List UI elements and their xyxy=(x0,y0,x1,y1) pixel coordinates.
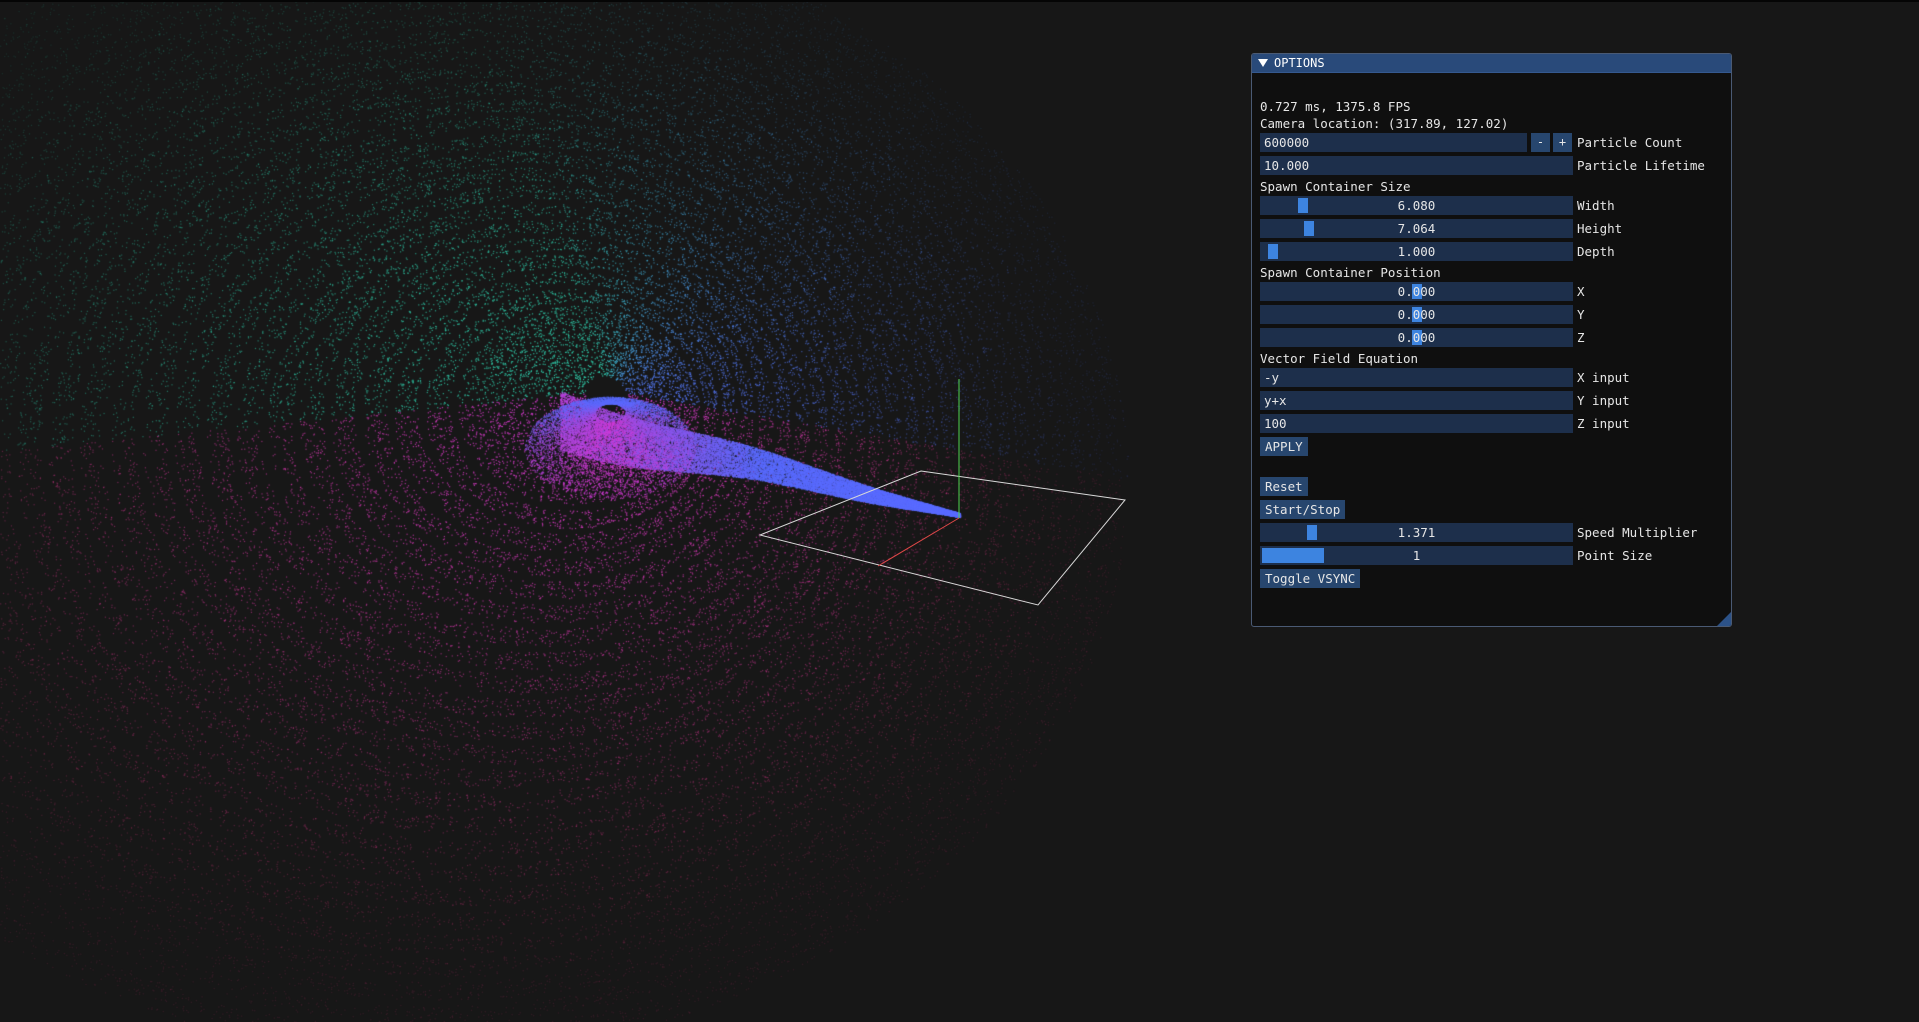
position-x-value: 0.000 xyxy=(1397,284,1436,299)
speed-row: 1.371 Speed Multiplier xyxy=(1260,523,1720,542)
camera-location: Camera location: (317.89, 127.02) xyxy=(1260,116,1509,131)
options-window[interactable]: OPTIONS 0.727 ms, 1375.8 FPS Camera loca… xyxy=(1251,53,1732,627)
speed-slider-grab[interactable] xyxy=(1307,525,1317,540)
particle-lifetime-label: Particle Lifetime xyxy=(1577,158,1705,173)
particle-count-increment-button[interactable]: + xyxy=(1553,133,1572,152)
z-input-row: 100 Z input xyxy=(1260,414,1720,433)
height-value: 7.064 xyxy=(1397,221,1436,236)
depth-slider-grab[interactable] xyxy=(1268,244,1278,259)
width-slider-grab[interactable] xyxy=(1298,198,1308,213)
position-x-label: X xyxy=(1577,284,1585,299)
spawn-size-header: Spawn Container Size xyxy=(1260,179,1411,194)
position-x-row: 0.000 X xyxy=(1260,282,1720,301)
particle-count-decrement-button[interactable]: - xyxy=(1531,133,1550,152)
width-slider[interactable]: 6.080 xyxy=(1260,196,1573,215)
position-z-label: Z xyxy=(1577,330,1585,345)
resize-grip-icon[interactable] xyxy=(1717,612,1731,626)
height-slider-grab[interactable] xyxy=(1304,221,1314,236)
x-input-label: X input xyxy=(1577,370,1630,385)
depth-label: Depth xyxy=(1577,244,1615,259)
position-z-value: 0.000 xyxy=(1397,330,1436,345)
window-title: OPTIONS xyxy=(1274,56,1325,70)
point-size-row: 1 Point Size xyxy=(1260,546,1720,565)
collapse-arrow-icon[interactable] xyxy=(1258,59,1268,67)
point-size-slider[interactable]: 1 xyxy=(1260,546,1573,565)
apply-button[interactable]: APPLY xyxy=(1260,437,1308,456)
particle-lifetime-input[interactable]: 10.000 xyxy=(1260,156,1573,175)
z-input-label: Z input xyxy=(1577,416,1630,431)
width-label: Width xyxy=(1577,198,1615,213)
z-equation-input[interactable]: 100 xyxy=(1260,414,1573,433)
axis-x-line xyxy=(877,517,960,567)
particle-count-input[interactable]: 600000 xyxy=(1260,133,1527,152)
particle-lifetime-row: 10.000 Particle Lifetime xyxy=(1260,156,1720,175)
options-titlebar[interactable]: OPTIONS xyxy=(1252,54,1731,73)
point-size-slider-fill[interactable] xyxy=(1262,548,1324,563)
x-input-row: -y X input xyxy=(1260,368,1720,387)
y-input-row: y+x Y input xyxy=(1260,391,1720,410)
position-x-slider[interactable]: 0.000 xyxy=(1260,282,1573,301)
height-row: 7.064 Height xyxy=(1260,219,1720,238)
particle-count-label: Particle Count xyxy=(1577,135,1683,150)
y-input-label: Y input xyxy=(1577,393,1630,408)
height-slider[interactable]: 7.064 xyxy=(1260,219,1573,238)
position-y-label: Y xyxy=(1577,307,1585,322)
depth-slider[interactable]: 1.000 xyxy=(1260,242,1573,261)
depth-row: 1.000 Depth xyxy=(1260,242,1720,261)
point-size-label: Point Size xyxy=(1577,548,1653,563)
start-stop-button[interactable]: Start/Stop xyxy=(1260,500,1346,519)
position-z-slider[interactable]: 0.000 xyxy=(1260,328,1573,347)
position-y-slider[interactable]: 0.000 xyxy=(1260,305,1573,324)
position-z-row: 0.000 Z xyxy=(1260,328,1720,347)
reset-button[interactable]: Reset xyxy=(1260,477,1308,496)
speed-multiplier-label: Speed Multiplier xyxy=(1577,525,1698,540)
position-y-row: 0.000 Y xyxy=(1260,305,1720,324)
top-border xyxy=(0,0,1919,2)
y-equation-input[interactable]: y+x xyxy=(1260,391,1573,410)
width-row: 6.080 Width xyxy=(1260,196,1720,215)
fps-stats: 0.727 ms, 1375.8 FPS xyxy=(1260,99,1411,114)
depth-value: 1.000 xyxy=(1397,244,1436,259)
toggle-vsync-button[interactable]: Toggle VSYNC xyxy=(1260,569,1361,588)
speed-multiplier-slider[interactable]: 1.371 xyxy=(1260,523,1573,542)
height-label: Height xyxy=(1577,221,1623,236)
width-value: 6.080 xyxy=(1397,198,1436,213)
spawn-container-outline xyxy=(758,470,1126,606)
point-size-value: 1 xyxy=(1412,548,1421,563)
x-equation-input[interactable]: -y xyxy=(1260,368,1573,387)
particle-count-row: 600000 - + Particle Count xyxy=(1260,133,1720,152)
position-y-value: 0.000 xyxy=(1397,307,1436,322)
speed-value: 1.371 xyxy=(1397,525,1436,540)
vector-field-header: Vector Field Equation xyxy=(1260,351,1419,366)
spawn-position-header: Spawn Container Position xyxy=(1260,265,1441,280)
